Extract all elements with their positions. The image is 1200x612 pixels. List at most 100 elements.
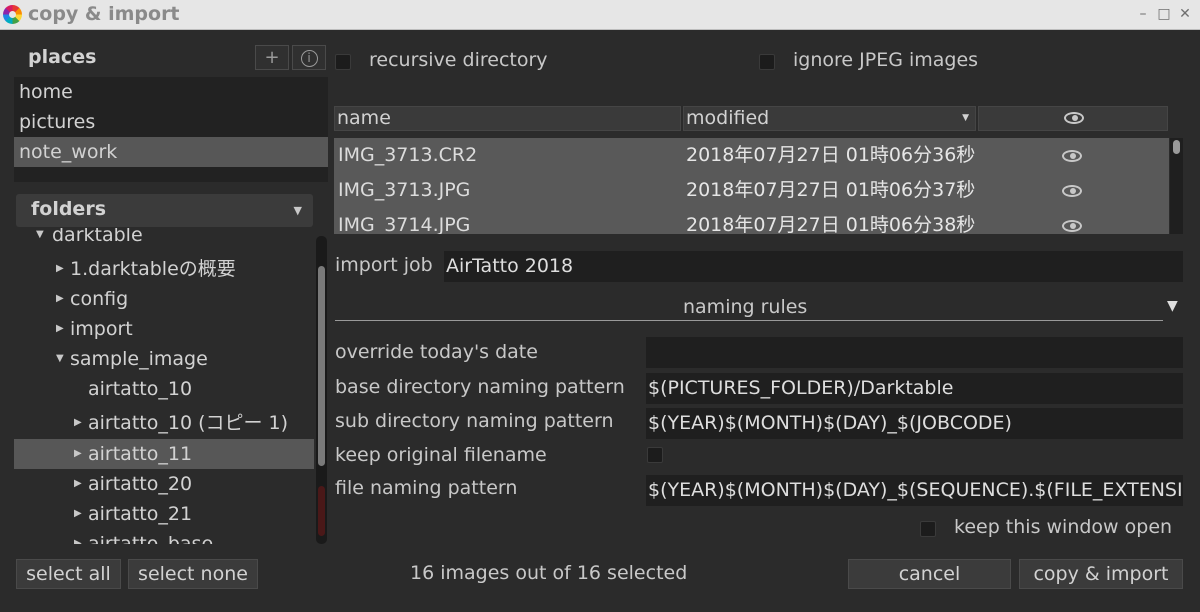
maximize-icon[interactable]: □ — [1154, 4, 1174, 24]
tree-item-label: airtatto_20 — [88, 473, 193, 495]
eye-icon — [1062, 185, 1082, 197]
expander-right-icon[interactable]: ▶ — [74, 439, 82, 469]
column-header-thumbnail[interactable] — [978, 106, 1168, 131]
eye-icon — [1064, 112, 1084, 124]
file-name: IMG_3714.JPG — [338, 214, 471, 234]
thumbnail-toggle[interactable] — [1062, 220, 1082, 232]
file-modified: 2018年07月27日 01時06分37秒 — [686, 179, 976, 201]
expander-right-icon[interactable]: ▶ — [74, 408, 82, 438]
base-directory-input[interactable]: $(PICTURES_FOLDER)/Darktable — [646, 373, 1183, 404]
file-naming-label: file naming pattern — [335, 477, 518, 499]
file-list-scrollbar[interactable] — [1170, 138, 1183, 234]
override-date-input[interactable] — [646, 337, 1183, 368]
override-date-label: override today's date — [335, 341, 538, 363]
tree-item-darktable[interactable]: ▼ darktable — [14, 228, 314, 250]
tree-item-airtatto-base[interactable]: ▶ airtatto_base — [14, 529, 314, 544]
sub-directory-label: sub directory naming pattern — [335, 410, 614, 432]
place-item-home[interactable]: home — [14, 77, 328, 107]
add-place-button[interactable]: + — [255, 45, 289, 70]
sub-directory-input[interactable]: $(YEAR)$(MONTH)$(DAY)_$(JOBCODE) — [646, 408, 1183, 439]
places-list: home pictures note_work — [14, 77, 328, 182]
scrollbar-thumb[interactable] — [1173, 140, 1180, 154]
minimize-icon[interactable]: – — [1133, 4, 1153, 24]
folders-combo-label: folders — [31, 198, 106, 220]
chevron-down-icon: ▼ — [293, 204, 302, 217]
close-icon[interactable]: ✕ — [1175, 4, 1195, 24]
column-header-name[interactable]: name — [334, 106, 681, 131]
import-job-label: import job — [335, 254, 433, 276]
sort-down-icon: ▼ — [962, 113, 969, 123]
darktable-app-icon — [3, 5, 22, 24]
plus-icon: + — [264, 47, 280, 68]
keep-filename-checkbox[interactable] — [647, 447, 663, 463]
keep-window-open-checkbox[interactable] — [920, 521, 936, 537]
column-header-modified[interactable]: modified ▼ — [683, 106, 976, 131]
tree-item-label: sample_image — [70, 348, 208, 370]
tree-item-airtatto-10[interactable]: airtatto_10 — [14, 374, 314, 404]
place-item-label: note_work — [19, 141, 118, 163]
tree-item-label: darktable — [52, 228, 143, 246]
place-item-label: home — [19, 81, 73, 103]
window-title: copy & import — [28, 3, 180, 25]
column-header-label: name — [337, 107, 391, 129]
tree-item-label: airtatto_base — [88, 533, 214, 544]
tree-item-label: airtatto_10 — [88, 378, 193, 400]
ignore-jpeg-checkbox[interactable] — [759, 54, 775, 70]
tree-item-overview[interactable]: ▶ 1.darktableの概要 — [14, 254, 314, 284]
tree-item-airtatto-20[interactable]: ▶ airtatto_20 — [14, 469, 314, 499]
file-list: IMG_3713.CR2 2018年07月27日 01時06分36秒 IMG_3… — [334, 138, 1169, 234]
recursive-directory-checkbox[interactable] — [335, 54, 351, 70]
select-none-button[interactable]: select none — [128, 559, 258, 589]
recursive-directory-label: recursive directory — [369, 49, 548, 71]
tree-item-airtatto-10-copy[interactable]: ▶ airtatto_10 (コピー 1) — [14, 408, 314, 438]
scrollbar-track-marker — [318, 486, 325, 536]
places-title: places — [28, 46, 97, 68]
expander-down-icon[interactable]: ▼ — [36, 228, 44, 250]
tree-item-label: airtatto_11 — [88, 443, 193, 465]
select-all-button[interactable]: select all — [16, 559, 121, 589]
ignore-jpeg-label: ignore JPEG images — [793, 49, 979, 71]
file-row[interactable]: IMG_3713.CR2 2018年07月27日 01時06分36秒 — [334, 138, 1169, 173]
tree-item-airtatto-11[interactable]: ▶ airtatto_11 — [14, 439, 314, 469]
tree-item-import[interactable]: ▶ import — [14, 314, 314, 344]
scrollbar-thumb[interactable] — [318, 266, 325, 466]
tree-item-sample-image[interactable]: ▼ sample_image — [14, 344, 314, 374]
place-info-button[interactable]: i — [292, 45, 326, 70]
keep-filename-label: keep original filename — [335, 444, 547, 466]
file-row[interactable]: IMG_3714.JPG 2018年07月27日 01時06分38秒 — [334, 208, 1169, 234]
copy-import-button[interactable]: copy & import — [1019, 559, 1183, 589]
expander-down-icon[interactable]: ▼ — [56, 344, 64, 374]
cancel-button[interactable]: cancel — [848, 559, 1011, 589]
expander-right-icon[interactable]: ▶ — [56, 254, 64, 284]
folder-tree: ▼ darktable ▶ 1.darktableの概要 ▶ config ▶ … — [14, 228, 314, 544]
file-modified: 2018年07月27日 01時06分36秒 — [686, 144, 976, 166]
eye-icon — [1062, 150, 1082, 162]
file-name: IMG_3713.JPG — [338, 179, 471, 201]
thumbnail-toggle[interactable] — [1062, 150, 1082, 162]
title-bar: copy & import – □ ✕ — [0, 0, 1200, 30]
tree-item-config[interactable]: ▶ config — [14, 284, 314, 314]
eye-icon — [1062, 220, 1082, 232]
place-item-note-work[interactable]: note_work — [14, 137, 328, 167]
expander-right-icon[interactable]: ▶ — [74, 529, 82, 544]
import-job-input[interactable]: AirTatto 2018 — [444, 251, 1183, 282]
place-item-pictures[interactable]: pictures — [14, 107, 328, 137]
folder-tree-scrollbar[interactable] — [316, 236, 327, 544]
file-naming-input[interactable]: $(YEAR)$(MONTH)$(DAY)_$(SEQUENCE).$(FILE… — [646, 475, 1183, 506]
tree-item-label: 1.darktableの概要 — [70, 258, 236, 280]
expander-right-icon[interactable]: ▶ — [74, 499, 82, 529]
tree-item-label: airtatto_10 (コピー 1) — [88, 412, 289, 434]
base-directory-label: base directory naming pattern — [335, 376, 625, 398]
tree-item-airtatto-21[interactable]: ▶ airtatto_21 — [14, 499, 314, 529]
collapse-arrow-icon[interactable]: ▼ — [1167, 298, 1178, 314]
naming-rules-title[interactable]: naming rules — [683, 296, 807, 318]
tree-item-label: import — [70, 318, 133, 340]
expander-right-icon[interactable]: ▶ — [74, 469, 82, 499]
expander-right-icon[interactable]: ▶ — [56, 284, 64, 314]
file-name: IMG_3713.CR2 — [338, 144, 478, 166]
expander-right-icon[interactable]: ▶ — [56, 314, 64, 344]
folders-combobox[interactable]: folders ▼ — [16, 194, 313, 227]
thumbnail-toggle[interactable] — [1062, 185, 1082, 197]
place-item-label: pictures — [19, 111, 96, 133]
file-row[interactable]: IMG_3713.JPG 2018年07月27日 01時06分37秒 — [334, 173, 1169, 208]
